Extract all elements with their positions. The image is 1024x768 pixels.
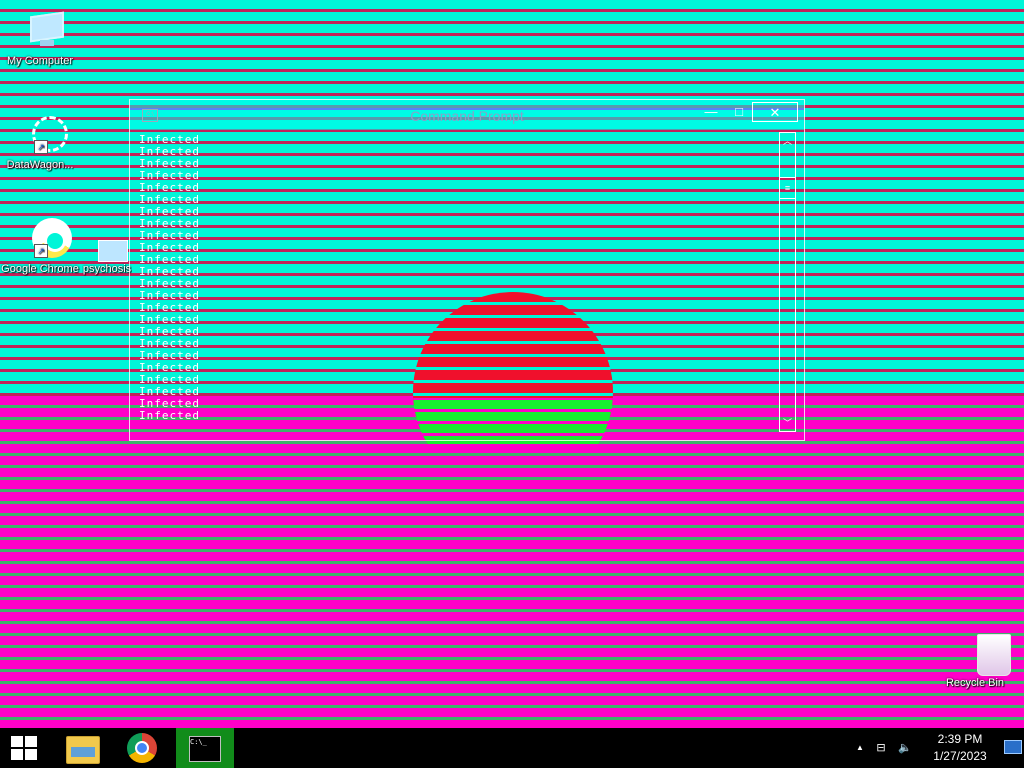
console-line: Infected bbox=[139, 409, 200, 422]
shortcut-arrow-icon: ↗ bbox=[34, 140, 48, 154]
command-prompt-window[interactable]: C:\ Command Prompt — □ ✕ Infected Infecte… bbox=[129, 99, 805, 441]
scroll-up-arrow-icon[interactable]: ︿ bbox=[780, 133, 795, 149]
console-line: Infected bbox=[139, 217, 200, 230]
console-line: Infected bbox=[139, 265, 200, 278]
shortcut-arrow-icon: ↗ bbox=[34, 244, 48, 258]
console-line: Infected bbox=[139, 145, 200, 158]
desktop-icon-datawagon[interactable]: ↗ DataWagon... bbox=[0, 112, 80, 173]
taskbar: C:\_ ▲ ⊟ 🔈 2:39 PM 1/27/2023 bbox=[0, 728, 1024, 768]
desktop-icon-label: Recycle Bin bbox=[945, 677, 1005, 689]
scroll-thumb[interactable]: ≡ bbox=[780, 177, 795, 199]
console-line: Infected bbox=[139, 337, 200, 350]
console-line: Infected bbox=[139, 373, 200, 386]
console-line: Infected bbox=[139, 361, 200, 374]
monitor-icon bbox=[18, 8, 64, 52]
taskbar-command-prompt[interactable]: C:\_ bbox=[176, 728, 234, 768]
desktop-background: My Computer ↗ DataWagon... ↗ Google Chro… bbox=[0, 0, 1024, 728]
console-output[interactable]: Infected Infected Infected Infected Infected… bbox=[139, 134, 769, 434]
console-line: Infected bbox=[139, 193, 200, 206]
console-line: Infected bbox=[139, 397, 200, 410]
console-line: Infected bbox=[139, 253, 200, 266]
console-line: Infected bbox=[139, 385, 200, 398]
console-line: Infected bbox=[139, 325, 200, 338]
show-desktop-notification-icon[interactable] bbox=[1004, 740, 1022, 754]
taskbar-file-explorer[interactable] bbox=[52, 728, 112, 768]
console-line: Infected bbox=[139, 289, 200, 302]
minimize-button[interactable]: — bbox=[698, 102, 724, 122]
console-line: Infected bbox=[139, 133, 200, 146]
console-line: Infected bbox=[139, 205, 200, 218]
console-line: Infected bbox=[139, 229, 200, 242]
console-line: Infected bbox=[139, 169, 200, 182]
network-icon[interactable]: ⊟ bbox=[872, 740, 890, 756]
psychosis-icon bbox=[82, 238, 132, 262]
folder-icon bbox=[66, 736, 100, 764]
taskbar-google-chrome[interactable] bbox=[113, 728, 173, 768]
maximize-button[interactable]: □ bbox=[726, 102, 752, 122]
windows-logo-icon bbox=[11, 736, 37, 760]
clock[interactable]: 2:39 PM 1/27/2023 bbox=[926, 731, 994, 765]
show-hidden-icons-chevron-icon[interactable]: ▲ bbox=[854, 740, 866, 756]
console-line: Infected bbox=[139, 349, 200, 362]
window-titlebar[interactable]: C:\ Command Prompt — □ ✕ bbox=[130, 100, 804, 130]
desktop-icon-recycle-bin[interactable]: Recycle Bin bbox=[935, 630, 1015, 691]
scroll-down-arrow-icon[interactable]: ﹀ bbox=[780, 415, 795, 431]
desktop-icon-google-chrome[interactable]: ↗ Google Chrome bbox=[0, 216, 80, 277]
clock-date: 1/27/2023 bbox=[933, 749, 987, 763]
system-tray: ▲ ⊟ 🔈 2:39 PM 1/27/2023 bbox=[854, 728, 1024, 768]
console-line: Infected bbox=[139, 313, 200, 326]
desktop-icon-label: psychosis bbox=[82, 263, 132, 275]
vertical-scrollbar[interactable]: ︿ ≡ ﹀ bbox=[779, 132, 796, 432]
gear-shortcut-icon: ↗ bbox=[18, 112, 68, 156]
cmd-icon: C:\_ bbox=[189, 736, 221, 762]
desktop-lower-stripes bbox=[0, 396, 1024, 728]
console-line: Infected bbox=[139, 241, 200, 254]
console-line: Infected bbox=[139, 157, 200, 170]
desktop-icon-psychosis[interactable]: psychosis bbox=[82, 238, 132, 277]
console-line: Infected bbox=[139, 181, 200, 194]
console-line: Infected bbox=[139, 277, 200, 290]
chrome-icon bbox=[127, 733, 157, 763]
console-line: Infected bbox=[139, 301, 200, 314]
desktop-icon-label: My Computer bbox=[6, 55, 74, 67]
chrome-icon: ↗ bbox=[18, 216, 72, 260]
desktop-icon-label: Google Chrome bbox=[1, 263, 79, 275]
start-button[interactable] bbox=[0, 728, 48, 768]
recycle-bin-icon bbox=[953, 630, 1011, 676]
desktop-icon-label: DataWagon... bbox=[6, 159, 74, 171]
clock-time: 2:39 PM bbox=[937, 732, 983, 746]
desktop-icon-my-computer[interactable]: My Computer bbox=[0, 8, 80, 69]
volume-icon[interactable]: 🔈 bbox=[896, 740, 914, 756]
close-button[interactable]: ✕ bbox=[752, 102, 798, 122]
